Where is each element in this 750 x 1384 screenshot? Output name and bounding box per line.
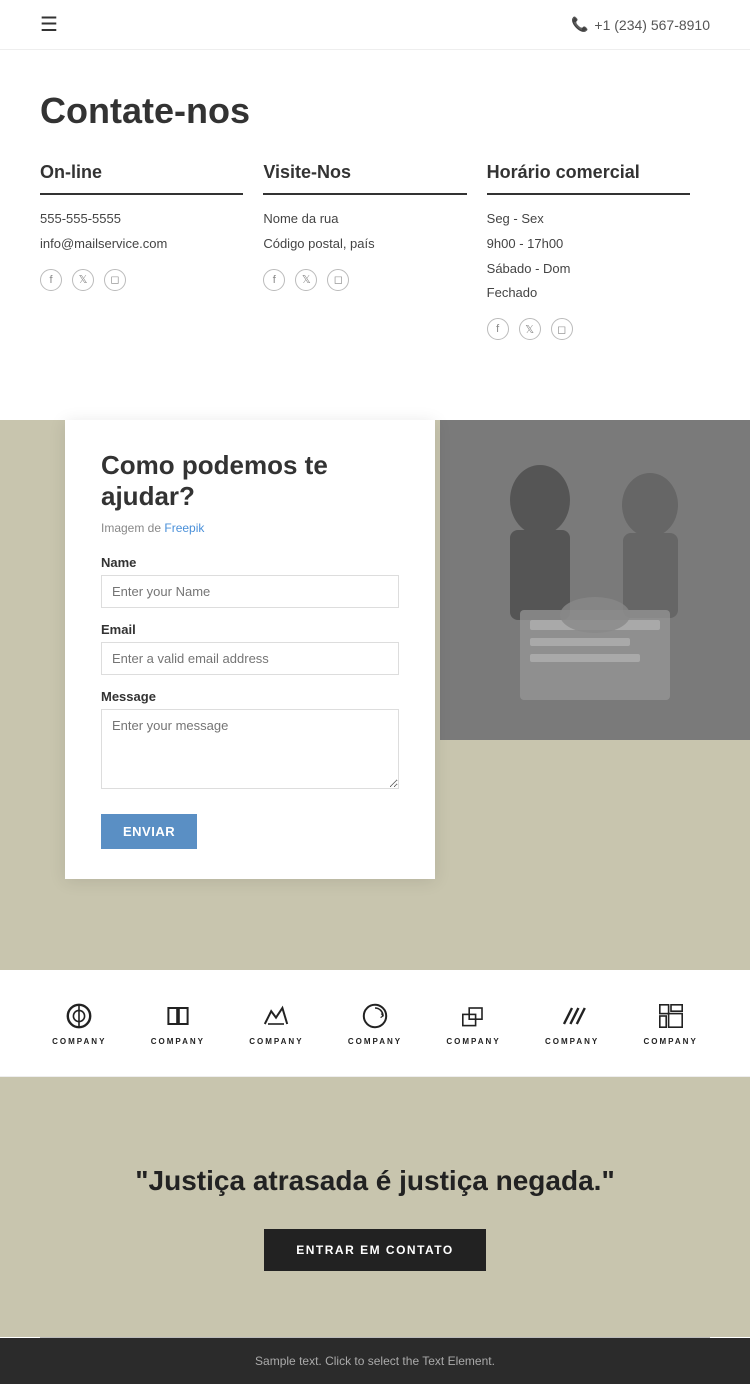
company-logo-4: COMPANY (348, 1000, 402, 1046)
name-label: Name (101, 555, 399, 570)
contact-button[interactable]: ENTRAR EM CONTATO (264, 1229, 486, 1271)
footer: Sample text. Click to select the Text El… (0, 1338, 750, 1384)
message-field-group: Message (101, 689, 399, 794)
phone-area: 📞 +1 (234) 567-8910 (571, 16, 710, 33)
contact-columns: On-line 555-555-5555 info@mailservice.co… (40, 162, 710, 340)
online-email: info@mailservice.com (40, 234, 243, 255)
contact-col-online: On-line 555-555-5555 info@mailservice.co… (40, 162, 263, 340)
visit-postal: Código postal, país (263, 234, 466, 255)
page-title: Contate-nos (40, 90, 710, 132)
hours-weekdays: Seg - Sex (487, 209, 690, 230)
submit-button[interactable]: ENVIAR (101, 814, 197, 849)
logo-icon-6 (556, 1000, 588, 1032)
message-label: Message (101, 689, 399, 704)
visit-divider (263, 193, 466, 195)
company-logo-7: COMPANY (644, 1000, 698, 1046)
logo-icon-1 (63, 1000, 95, 1032)
freepik-link[interactable]: Freepik (164, 521, 204, 535)
contact-col-visit: Visite-Nos Nome da rua Código postal, pa… (263, 162, 486, 340)
logo-icon-3 (260, 1000, 292, 1032)
instagram-icon-3[interactable]: ◻ (551, 318, 573, 340)
company-logo-3: COMPANY (249, 1000, 303, 1046)
form-heading: Como podemos te ajudar? (101, 450, 399, 512)
contact-col-hours: Horário comercial Seg - Sex 9h00 - 17h00… (487, 162, 710, 340)
twitter-icon-2[interactable]: 𝕏 (295, 269, 317, 291)
phone-number: +1 (234) 567-8910 (594, 17, 710, 33)
logo-icon-5 (458, 1000, 490, 1032)
logo-text-1: COMPANY (52, 1037, 106, 1046)
twitter-icon-3[interactable]: 𝕏 (519, 318, 541, 340)
phone-icon: 📞 (571, 16, 588, 33)
message-input[interactable] (101, 709, 399, 789)
contact-section: Contate-nos On-line 555-555-5555 info@ma… (0, 50, 750, 370)
hours-weekend: Sábado - Dom (487, 259, 690, 280)
online-heading: On-line (40, 162, 243, 183)
logo-text-2: COMPANY (151, 1037, 205, 1046)
form-card: Como podemos te ajudar? Imagem de Freepi… (65, 420, 435, 878)
hours-social-icons: f 𝕏 ◻ (487, 318, 690, 340)
quote-section: "Justiça atrasada é justiça negada." ENT… (0, 1077, 750, 1337)
logos-section: COMPANY COMPANY COMPANY COMPANY CO (0, 970, 750, 1077)
logo-text-4: COMPANY (348, 1037, 402, 1046)
logo-icon-2 (162, 1000, 194, 1032)
visit-heading: Visite-Nos (263, 162, 466, 183)
logo-text-6: COMPANY (545, 1037, 599, 1046)
online-phone: 555-555-5555 (40, 209, 243, 230)
quote-text: "Justiça atrasada é justiça negada." (135, 1163, 614, 1199)
hours-weekday-time: 9h00 - 17h00 (487, 234, 690, 255)
handshake-image (440, 420, 750, 740)
email-field-group: Email (101, 622, 399, 675)
logo-icon-7 (655, 1000, 687, 1032)
header: ☰ 📞 +1 (234) 567-8910 (0, 0, 750, 50)
instagram-icon[interactable]: ◻ (104, 269, 126, 291)
email-input[interactable] (101, 642, 399, 675)
email-label: Email (101, 622, 399, 637)
footer-text: Sample text. Click to select the Text El… (40, 1354, 710, 1368)
hours-closed: Fechado (487, 283, 690, 304)
twitter-icon[interactable]: 𝕏 (72, 269, 94, 291)
company-logo-6: COMPANY (545, 1000, 599, 1046)
hero-image (440, 420, 750, 740)
visit-street: Nome da rua (263, 209, 466, 230)
logo-text-3: COMPANY (249, 1037, 303, 1046)
company-logo-1: COMPANY (52, 1000, 106, 1046)
online-divider (40, 193, 243, 195)
hours-divider (487, 193, 690, 195)
facebook-icon-3[interactable]: f (487, 318, 509, 340)
hours-heading: Horário comercial (487, 162, 690, 183)
name-input[interactable] (101, 575, 399, 608)
logo-text-5: COMPANY (446, 1037, 500, 1046)
name-field-group: Name (101, 555, 399, 608)
instagram-icon-2[interactable]: ◻ (327, 269, 349, 291)
image-credit: Imagem de Freepik (101, 521, 399, 535)
facebook-icon-2[interactable]: f (263, 269, 285, 291)
online-social-icons: f 𝕏 ◻ (40, 269, 243, 291)
company-logo-2: COMPANY (151, 1000, 205, 1046)
hamburger-menu[interactable]: ☰ (40, 12, 58, 37)
company-logo-5: COMPANY (446, 1000, 500, 1046)
logo-icon-4 (359, 1000, 391, 1032)
beige-section: Como podemos te ajudar? Imagem de Freepi… (0, 420, 750, 970)
logo-text-7: COMPANY (644, 1037, 698, 1046)
visit-social-icons: f 𝕏 ◻ (263, 269, 466, 291)
facebook-icon[interactable]: f (40, 269, 62, 291)
